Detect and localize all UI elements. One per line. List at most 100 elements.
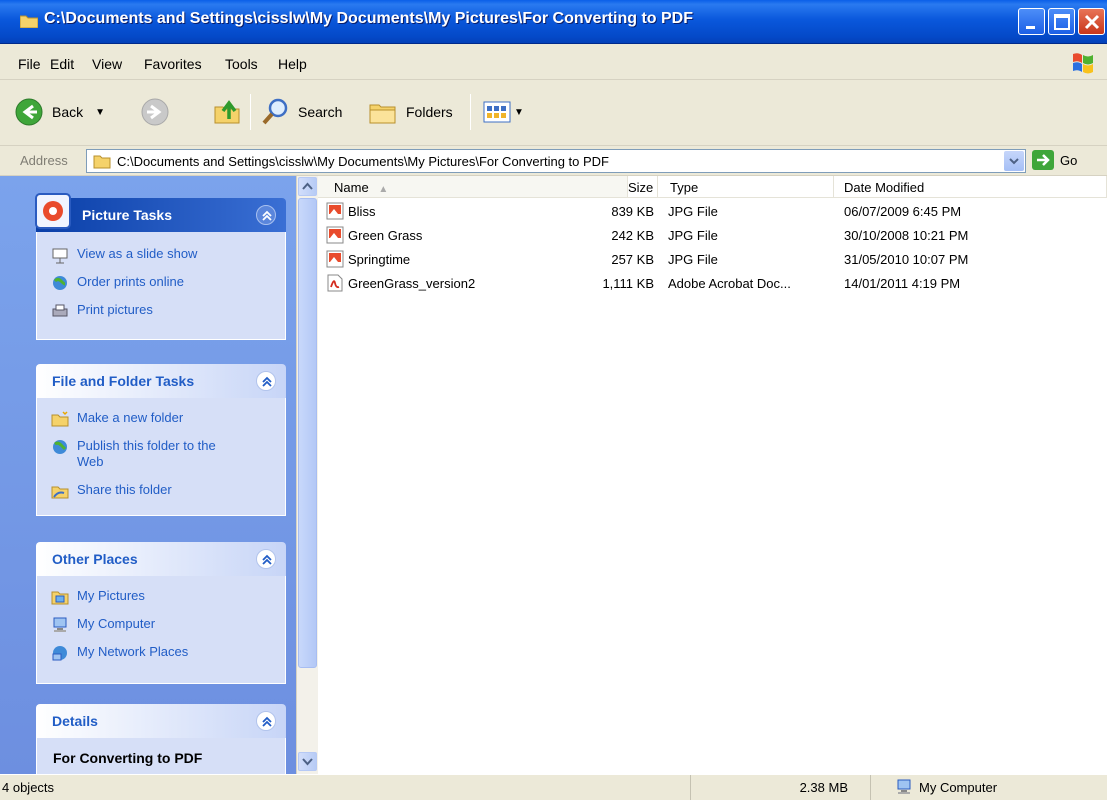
menu-view[interactable]: View	[92, 56, 122, 72]
my-computer-link[interactable]: My Computer	[51, 616, 155, 634]
order-prints-link[interactable]: Order prints online	[51, 274, 184, 292]
status-bar: 4 objects 2.38 MB My Computer	[0, 774, 1107, 800]
chevron-down-icon	[302, 758, 313, 766]
scroll-up-button[interactable]	[298, 177, 317, 196]
menu-bar: File Edit View Favorites Tools Help	[0, 44, 1107, 80]
new-folder-link[interactable]: Make a new folder	[51, 410, 183, 428]
chevron-up-icon	[262, 376, 272, 387]
folders-button[interactable]: Folders	[368, 96, 453, 128]
menu-help[interactable]: Help	[278, 56, 307, 72]
up-folder-icon	[214, 100, 240, 124]
collapse-other-places-button[interactable]	[256, 549, 276, 569]
column-header-date[interactable]: Date Modified	[834, 176, 1107, 198]
network-places-icon	[52, 646, 67, 661]
publish-web-icon	[53, 440, 67, 454]
collapse-details-button[interactable]	[256, 711, 276, 731]
scroll-thumb[interactable]	[298, 198, 317, 668]
other-places-header[interactable]: Other Places	[36, 542, 286, 576]
view-slideshow-link[interactable]: View as a slide show	[51, 246, 197, 264]
forward-button[interactable]	[140, 96, 170, 128]
details-folder-name: For Converting to PDF	[53, 750, 203, 766]
back-dropdown-icon[interactable]: ▼	[95, 107, 105, 118]
file-date: 31/05/2010 10:07 PM	[844, 252, 969, 267]
minimize-button[interactable]	[1018, 8, 1045, 35]
publish-web-link[interactable]: Publish this folder to the Web	[51, 438, 221, 470]
task-label: Make a new folder	[77, 410, 184, 425]
status-total-size: 2.38 MB	[690, 775, 870, 800]
file-type: JPG File	[668, 228, 718, 243]
share-folder-icon	[51, 486, 69, 499]
task-label: Print pictures	[77, 302, 153, 317]
task-label: Share this folder	[77, 482, 172, 497]
back-button[interactable]: Back ▼	[14, 96, 105, 128]
address-label: Address	[20, 153, 68, 168]
column-label: Size	[628, 180, 654, 195]
jpg-file-icon	[326, 202, 344, 220]
globe-icon	[53, 276, 67, 290]
my-network-places-link[interactable]: My Network Places	[51, 644, 188, 662]
column-header-name[interactable]: Name ▲	[318, 176, 628, 198]
file-folder-tasks-body: Make a new folder Publish this folder to…	[36, 398, 286, 516]
close-icon	[1084, 14, 1100, 30]
menu-tools[interactable]: Tools	[225, 56, 258, 72]
slideshow-icon	[52, 248, 68, 264]
views-dropdown-icon[interactable]: ▼	[514, 107, 524, 118]
menu-file[interactable]: File	[18, 56, 41, 72]
toolbar-separator	[470, 94, 471, 130]
back-label: Back	[52, 104, 84, 120]
my-computer-icon	[897, 779, 911, 794]
folders-label: Folders	[406, 104, 453, 120]
new-folder-icon	[51, 411, 69, 427]
task-label: My Pictures	[77, 588, 145, 603]
maximize-button[interactable]	[1048, 8, 1075, 35]
close-button[interactable]	[1078, 8, 1105, 35]
my-pictures-link[interactable]: My Pictures	[51, 588, 145, 606]
file-size: 839 KB	[611, 204, 654, 219]
file-row[interactable]: Bliss 839 KB JPG File 06/07/2009 6:45 PM	[318, 200, 1107, 224]
go-button[interactable]: Go	[1032, 150, 1077, 170]
picture-tasks-header[interactable]: Picture Tasks	[35, 193, 286, 232]
views-button[interactable]: ▼	[482, 96, 524, 128]
menu-edit[interactable]: Edit	[50, 56, 74, 72]
other-places-title: Other Places	[52, 551, 138, 567]
task-pane-scrollbar[interactable]	[296, 176, 318, 774]
menu-favorites[interactable]: Favorites	[144, 56, 202, 72]
sort-ascending-icon: ▲	[378, 184, 389, 195]
address-field[interactable]: C:\Documents and Settings\cisslw\My Docu…	[86, 149, 1026, 173]
column-header-type[interactable]: Type	[658, 176, 834, 198]
column-label: Type	[670, 180, 699, 195]
task-label: My Network Places	[77, 644, 189, 659]
toolbar-separator	[250, 94, 251, 130]
file-type: JPG File	[668, 252, 718, 267]
pdf-file-icon	[327, 274, 343, 292]
status-zone-label: My Computer	[919, 779, 998, 795]
status-object-count: 4 objects	[2, 780, 55, 795]
file-folder-tasks-header[interactable]: File and Folder Tasks	[36, 364, 286, 398]
address-dropdown-button[interactable]	[1004, 151, 1024, 171]
go-arrow-icon	[1032, 150, 1054, 170]
windows-logo-icon	[1073, 53, 1093, 74]
details-title: Details	[52, 713, 98, 729]
collapse-picture-tasks-button[interactable]	[256, 205, 276, 225]
file-size: 1,111 KB	[602, 276, 654, 291]
share-folder-link[interactable]: Share this folder	[51, 482, 172, 500]
task-pane: Picture Tasks View as a slide show Order…	[0, 176, 296, 774]
picture-tasks-title: Picture Tasks	[82, 207, 173, 223]
file-type: JPG File	[668, 204, 718, 219]
jpg-file-icon	[326, 226, 344, 244]
task-label: Order prints online	[77, 274, 184, 289]
column-header-size[interactable]: Size	[628, 176, 658, 198]
file-row[interactable]: Springtime 257 KB JPG File 31/05/2010 10…	[318, 248, 1107, 272]
file-name: Green Grass	[348, 228, 423, 243]
jpg-file-icon	[326, 250, 344, 268]
details-body: For Converting to PDF	[36, 738, 286, 774]
file-row[interactable]: Green Grass 242 KB JPG File 30/10/2008 1…	[318, 224, 1107, 248]
up-folder-button[interactable]	[212, 96, 242, 128]
title-bar[interactable]: C:\Documents and Settings\cisslw\My Docu…	[0, 0, 1107, 44]
search-button[interactable]: Search	[260, 96, 342, 128]
details-header[interactable]: Details	[36, 704, 286, 738]
file-row[interactable]: GreenGrass_version2 1,111 KB Adobe Acrob…	[318, 272, 1107, 296]
print-pictures-link[interactable]: Print pictures	[51, 302, 153, 320]
collapse-file-folder-tasks-button[interactable]	[256, 371, 276, 391]
scroll-down-button[interactable]	[298, 752, 317, 771]
